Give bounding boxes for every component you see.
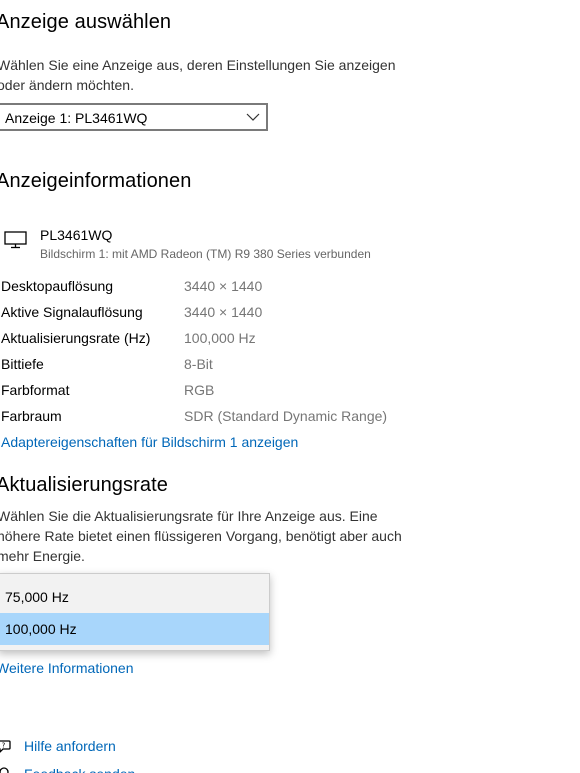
monitor-subtitle: Bildschirm 1: mit AMD Radeon (TM) R9 380… [40, 247, 371, 261]
refresh-rate-description-line3: mehr Energie. [0, 548, 85, 564]
help-icon: ? [0, 740, 11, 753]
refresh-rate-description-line1: Wählen Sie die Aktualisierungsrate für I… [0, 508, 378, 524]
chevron-down-icon [246, 113, 260, 121]
send-feedback-link[interactable]: Feedback senden [24, 765, 135, 773]
refresh-rate-heading: Aktualisierungsrate [0, 474, 168, 496]
info-value-color-space: SDR (Standard Dynamic Range) [184, 408, 388, 424]
select-display-heading: Anzeige auswählen [0, 11, 172, 33]
info-label-bit-depth: Bittiefe [1, 356, 44, 372]
refresh-rate-dropdown-list: 75,000 Hz 100,000 Hz [0, 573, 270, 651]
info-value-refresh-rate: 100,000 Hz [184, 330, 256, 346]
info-label-refresh-rate: Aktualisierungsrate (Hz) [1, 330, 151, 346]
get-help-link[interactable]: Hilfe anfordern [24, 737, 116, 755]
refresh-rate-option-75[interactable]: 75,000 Hz [0, 581, 269, 613]
info-value-color-format: RGB [184, 382, 215, 398]
info-value-active-signal-resolution: 3440 × 1440 [184, 304, 263, 320]
info-label-color-space: Farbraum [1, 408, 62, 424]
display-select-dropdown[interactable]: Anzeige 1: PL3461WQ [0, 103, 268, 131]
info-label-color-format: Farbformat [1, 382, 70, 398]
feedback-icon [0, 767, 9, 773]
select-display-description-line2: oder ändern möchten. [0, 77, 134, 93]
info-value-bit-depth: 8-Bit [184, 356, 213, 372]
refresh-rate-description-line2: höhere Rate bietet einen flüssigeren Vor… [0, 528, 402, 544]
monitor-name: PL3461WQ [40, 227, 113, 243]
svg-text:?: ? [2, 742, 6, 750]
info-label-desktop-resolution: Desktopauflösung [1, 278, 114, 294]
display-select-value: Anzeige 1: PL3461WQ [5, 110, 148, 126]
monitor-icon [4, 231, 27, 249]
info-label-active-signal-resolution: Aktive Signalauflösung [1, 304, 143, 320]
select-display-description-line1: Wählen Sie eine Anzeige aus, deren Einst… [0, 57, 396, 73]
adapter-properties-link[interactable]: Adaptereigenschaften für Bildschirm 1 an… [1, 433, 298, 451]
more-info-link[interactable]: Weitere Informationen [0, 659, 133, 677]
display-settings-page: Anzeige auswählen Wählen Sie eine Anzeig… [0, 0, 580, 773]
info-value-desktop-resolution: 3440 × 1440 [184, 278, 263, 294]
refresh-rate-option-100[interactable]: 100,000 Hz [0, 613, 269, 645]
display-info-heading: Anzeigeinformationen [0, 170, 192, 192]
